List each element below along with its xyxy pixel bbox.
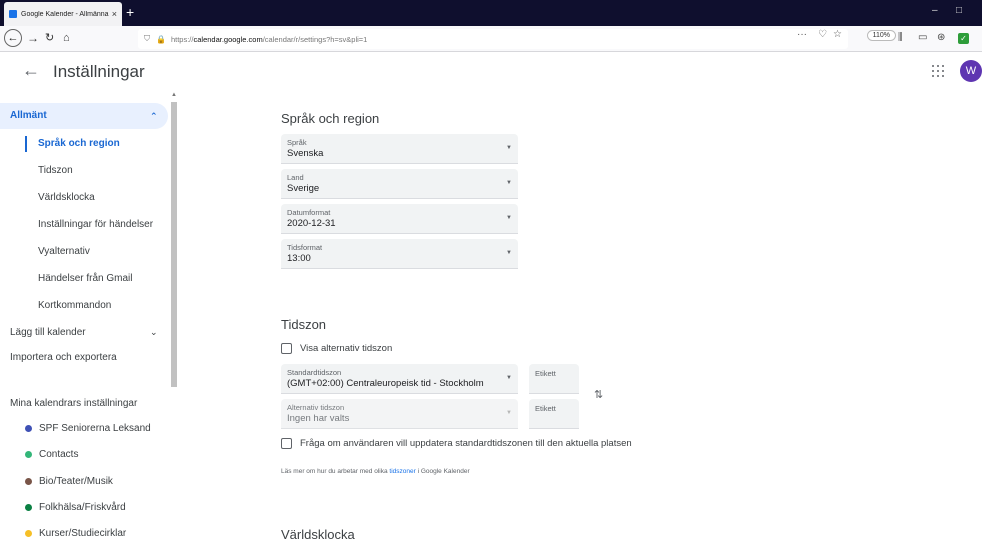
field-value: (GMT+02:00) Centraleuropeisk tid - Stock… [287,378,484,389]
page-title: Inställningar [53,62,145,81]
sidebar-item-import-export[interactable]: Importera och exportera [0,352,168,363]
sidebar-calendar-item[interactable]: Bio/Teater/Musik [0,476,168,487]
bookmark-star-icon[interactable]: ☆ [833,29,842,40]
browser-nav-bar: ← → ↻ ⌂ ⛉ 🔒 https://calendar.google.com /… [0,26,982,52]
sidebar-calendar-item[interactable]: Folkhälsa/Friskvård [0,502,168,513]
lock-icon: 🔒 [156,34,166,44]
avatar[interactable]: W [960,60,982,82]
primary-timezone-select[interactable]: Standardtidszon (GMT+02:00) Centraleurop… [281,364,518,394]
scroll-up-icon[interactable]: ▲ [171,92,177,98]
dropdown-arrow-icon: ▼ [506,180,512,186]
sidebar-item-label: Lägg till kalender [10,327,86,338]
browser-back-icon[interactable]: ← [4,29,22,47]
tab-close-icon[interactable]: × [112,9,117,19]
checkbox-label: Fråga om användaren vill uppdatera stand… [300,438,632,449]
minimize-button[interactable]: – [932,5,938,16]
ask-update-timezone-checkbox[interactable] [281,438,292,449]
field-label: Språk [287,138,307,147]
apps-grid-icon[interactable] [932,65,944,77]
sidebar-toggle-icon[interactable]: ▭ [918,32,927,43]
dropdown-arrow-icon: ▼ [506,145,512,151]
dropdown-arrow-icon: ▼ [506,215,512,221]
country-select[interactable]: Land Sverige ▼ [281,169,518,199]
url-prefix: https:// [170,34,194,44]
dropdown-arrow-icon: ▼ [506,375,512,381]
sidebar-calendar-item[interactable]: Contacts [0,449,168,460]
checkbox-label: Visa alternativ tidszon [300,343,393,354]
library-icon[interactable]: ⫼ [898,32,903,43]
browser-forward-icon[interactable]: → [27,30,39,46]
tab-title: Google Kalender - Allmänna in [21,10,109,18]
language-select[interactable]: Språk Svenska ▼ [281,134,518,164]
settings-sidebar: Allmänt ⌃ Språk och region Tidszon Värld… [0,92,178,541]
alt-timezone-select[interactable]: Alternativ tidszon Ingen har valts ▼ [281,399,518,429]
learn-more-text: Läs mer om hur du arbetar med olika tids… [281,468,470,475]
primary-timezone-label-input[interactable]: Etikett [529,364,579,394]
my-calendars-heading: Mina kalendrars inställningar [10,398,138,409]
chevron-down-icon: ⌄ [150,327,158,337]
reload-icon[interactable]: ↻ [45,30,54,46]
field-label: Alternativ tidszon [287,403,345,412]
url-bar[interactable]: ⛉ 🔒 https://calendar.google.com/calendar… [138,29,848,49]
timezones-link[interactable]: tidszoner [389,468,415,475]
date-format-select[interactable]: Datumformat 2020-12-31 ▼ [281,204,518,234]
sidebar-calendar-item[interactable]: SPF Seniorerna Leksand [0,423,168,434]
sidebar-item-timezone[interactable]: Tidszon [0,165,168,176]
sidebar-item-world-clock[interactable]: Världsklocka [0,192,168,203]
sidebar-scrollbar-thumb[interactable] [171,102,177,387]
calendar-favicon-icon [9,10,17,18]
sidebar-item-general[interactable]: Allmänt ⌃ [0,103,168,129]
field-placeholder: Etikett [535,404,556,413]
url-path: /calendar/r/settings?h=sv&pli=1 [262,34,368,44]
dropdown-arrow-icon: ▼ [506,410,512,416]
sidebar-item-gmail-events[interactable]: Händelser från Gmail [0,273,168,284]
browser-tab[interactable]: Google Kalender - Allmänna in × [4,2,122,26]
sidebar-calendar-item[interactable]: Kurser/Studiecirklar [0,528,168,539]
swap-timezones-icon[interactable]: ⇅ [594,388,603,401]
app-header: ← Inställningar W [0,52,982,92]
field-label: Land [287,173,304,182]
sidebar-item-label: Allmänt [10,110,47,121]
back-arrow-icon[interactable]: ← [22,60,40,81]
pocket-icon[interactable]: ♡ [818,29,827,40]
show-alt-timezone-checkbox[interactable] [281,343,292,354]
section-title-world-clock: Världsklocka [281,527,355,542]
sidebar-item-shortcuts[interactable]: Kortkommandon [0,300,168,311]
sidebar-item-add-calendar[interactable]: Lägg till kalender ⌄ [0,327,168,338]
url-domain: calendar.google.com [193,34,263,44]
extension-check-icon[interactable]: ✓ [958,33,969,44]
learn-suffix: i Google Kalender [415,468,470,475]
field-label: Tidsformat [287,243,323,252]
dropdown-arrow-icon: ▼ [506,250,512,256]
field-value: 13:00 [287,253,311,264]
field-label: Standardtidszon [287,368,342,377]
new-tab-button[interactable]: + [126,4,134,20]
time-format-select[interactable]: Tidsformat 13:00 ▼ [281,239,518,269]
field-value: Sverige [287,183,320,194]
extension-icon[interactable]: ⊛ [937,32,945,43]
alt-timezone-label-input[interactable]: Etikett [529,399,579,429]
field-value: Ingen har valts [287,413,350,424]
sidebar-item-view-options[interactable]: Vyalternativ [0,246,168,257]
field-label: Datumformat [287,208,331,217]
home-icon[interactable]: ⌂ [63,30,70,46]
learn-prefix: Läs mer om hur du arbetar med olika [281,468,390,475]
field-value: 2020-12-31 [287,218,336,229]
maximize-button[interactable]: □ [956,5,962,16]
browser-tab-bar: Google Kalender - Allmänna in × + – □ [0,0,982,26]
section-title-timezone: Tidszon [281,317,327,332]
sidebar-item-language-region[interactable]: Språk och region [0,138,168,149]
field-placeholder: Etikett [535,369,556,378]
sidebar-item-event-settings[interactable]: Inställningar för händelser [0,219,168,230]
section-title-language-region: Språk och region [281,111,380,126]
shield-icon: ⛉ [144,34,150,43]
field-value: Svenska [287,148,324,159]
zoom-badge[interactable]: 110% [866,30,896,41]
chevron-up-icon: ⌃ [150,111,158,121]
page-actions-icon[interactable]: ··· [797,29,807,40]
